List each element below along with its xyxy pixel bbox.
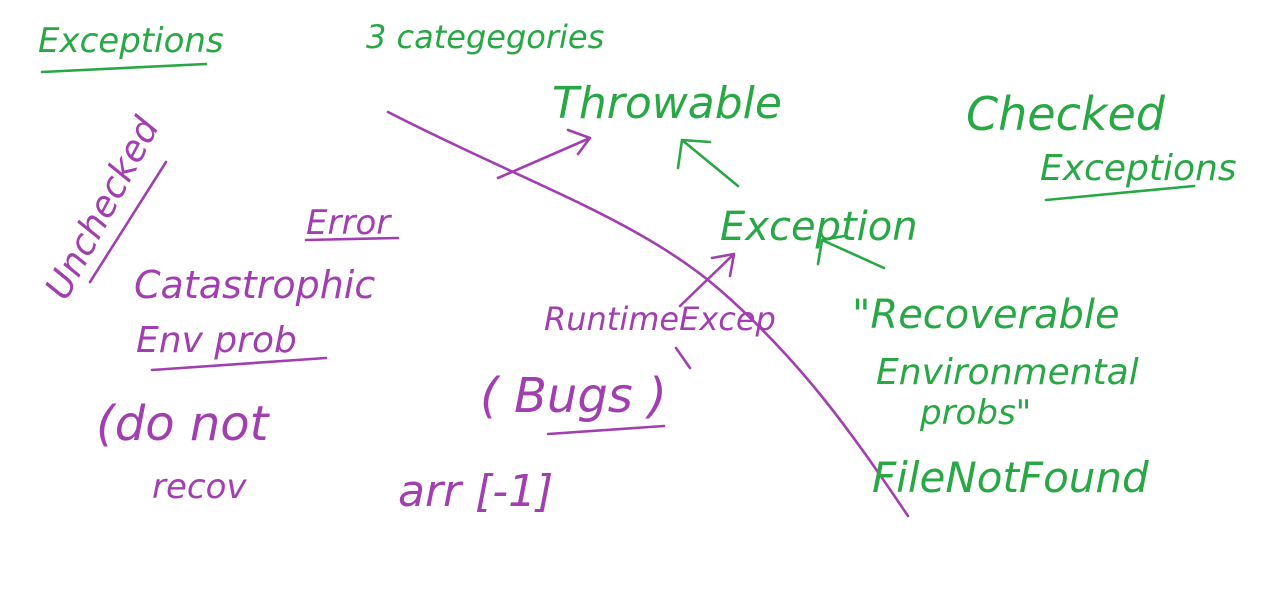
do-not-line2: recov	[152, 467, 247, 507]
exception-label: Exception	[720, 204, 918, 250]
title-underline	[40, 62, 208, 74]
file-not-found-label: FileNotFound	[872, 453, 1149, 502]
checked-label-line2: Exceptions	[1040, 148, 1237, 189]
arrow-error-to-throwable	[496, 128, 592, 180]
whiteboard: Exceptions 3 categegories Throwable Chec…	[38, 18, 1237, 518]
runtime-tick	[674, 346, 692, 370]
catastrophic-label: Catastrophic	[134, 263, 375, 307]
recoverable-line3: probs"	[919, 393, 1031, 433]
checked-label-line1: Checked	[966, 87, 1166, 141]
arrow-exception-to-throwable	[676, 138, 740, 188]
throwable-label: Throwable	[552, 78, 782, 129]
bugs-underline	[546, 424, 666, 436]
env-prob-label: Env prob	[136, 320, 297, 361]
runtime-exception-label: RuntimeExcep	[544, 300, 776, 338]
recoverable-line2: Environmental	[876, 352, 1139, 393]
error-label: Error	[306, 203, 392, 243]
title-exceptions: Exceptions	[38, 21, 224, 61]
bugs-label: ( Bugs )	[480, 368, 667, 424]
categories-note: 3 categegories	[366, 18, 604, 56]
recoverable-line1: "Recoverable	[852, 292, 1120, 338]
array-example: arr [-1]	[398, 466, 553, 517]
do-not-line1: (do not	[96, 396, 271, 452]
arrow-runtime-to-exception	[678, 252, 736, 308]
